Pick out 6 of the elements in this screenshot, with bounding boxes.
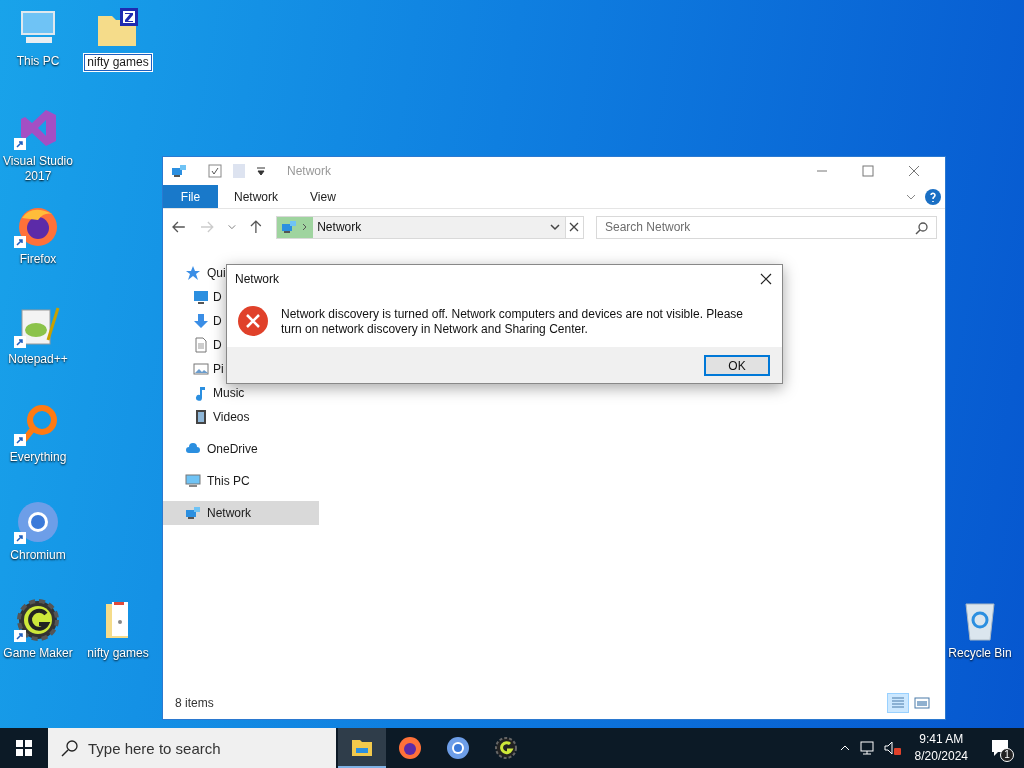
address-text: Network	[317, 219, 362, 236]
dialog-title: Network	[235, 271, 279, 288]
notification-count: 1	[1000, 748, 1014, 762]
error-message: Network discovery is turned off. Network computers and devices are not visible. Please turn on network discovery in Network and Sharing Center.	[281, 307, 744, 337]
window-title: Network	[287, 163, 331, 180]
status-text: 8 items	[175, 695, 214, 712]
